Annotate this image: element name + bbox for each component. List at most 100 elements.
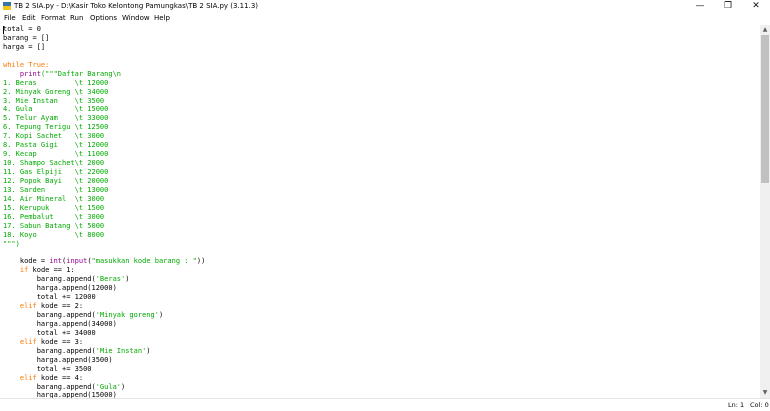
close-button[interactable]: ✕ <box>742 0 770 13</box>
code-line[interactable]: 18. Koyo \t 8000 <box>3 231 205 240</box>
code-token: harga.append(34000) <box>3 319 117 328</box>
status-bar: Ln: 1 Col: 0 <box>0 398 770 411</box>
code-line[interactable]: barang = [] <box>3 34 205 43</box>
code-line[interactable]: total = 0 <box>3 25 205 34</box>
code-token: ("""Daftar Barang\n <box>40 69 122 78</box>
code-line[interactable]: 11. Gas Elpiji \t 22000 <box>3 168 205 177</box>
code-token: 6. Tepung Terigu \t 12500 <box>3 123 109 132</box>
code-token: ) <box>125 275 130 284</box>
code-line[interactable]: 2. Minyak Goreng \t 34000 <box>3 88 205 97</box>
menu-format[interactable]: Format <box>41 14 66 22</box>
title-bar: TB 2 SIA.py - D:\Kasir Toko Kelontong Pa… <box>0 0 770 13</box>
menu-file[interactable]: File <box>4 14 16 22</box>
code-line[interactable]: elif kode == 4: <box>3 374 205 383</box>
code-token: 'Minyak goreng' <box>95 311 159 319</box>
status-column: Col: 0 <box>750 401 769 409</box>
minimize-button[interactable]: — <box>686 0 714 13</box>
scroll-down-icon[interactable]: ▼ <box>760 388 770 398</box>
menu-options[interactable]: Options <box>90 14 117 22</box>
code-token: 8. Pasta Gigi \t 12000 <box>3 141 109 150</box>
code-line[interactable]: barang.append('Beras') <box>3 275 205 284</box>
code-token: 12. Popok Bayi \t 20000 <box>3 176 109 185</box>
code-line[interactable] <box>3 52 205 61</box>
code-token: harga = [] <box>3 42 46 51</box>
code-line[interactable]: total += 34000 <box>3 329 205 338</box>
code-line[interactable]: 12. Popok Bayi \t 20000 <box>3 177 205 186</box>
menu-edit[interactable]: Edit <box>22 14 36 22</box>
code-token: 7. Kopi Sachet \t 3000 <box>3 132 105 141</box>
code-token: barang.append( <box>3 311 96 319</box>
code-token: total = 0 <box>3 25 41 33</box>
code-line[interactable]: barang.append('Mie Instan') <box>3 347 205 356</box>
code-line[interactable]: 16. Pembalut \t 3000 <box>3 213 205 222</box>
code-line[interactable]: harga.append(12000) <box>3 284 205 293</box>
menu-window[interactable]: Window <box>122 14 150 22</box>
code-token: 9. Kecap \t 11000 <box>3 150 109 159</box>
code-line[interactable]: barang.append('Minyak goreng') <box>3 311 205 320</box>
scroll-up-icon[interactable]: ▲ <box>760 25 770 35</box>
code-token: 13. Sarden \t 13000 <box>3 185 109 194</box>
code-line[interactable]: 3. Mie Instan \t 3500 <box>3 97 205 106</box>
code-token: 'Mie Instan' <box>95 346 147 355</box>
code-token: ) <box>121 382 126 391</box>
code-line[interactable]: harga.append(34000) <box>3 320 205 329</box>
code-token: )) <box>196 257 206 266</box>
code-token: barang = [] <box>3 33 50 42</box>
code-token: 10. Shampo Sachet\t 2000 <box>3 159 105 168</box>
menu-bar: File Edit Format Run Options Window Help <box>0 13 770 25</box>
code-token: kode == 3: <box>36 337 84 346</box>
code-line[interactable]: while True: <box>3 61 205 70</box>
code-line[interactable]: total += 3500 <box>3 365 205 374</box>
code-line[interactable]: total += 12000 <box>3 293 205 302</box>
code-token: elif <box>19 302 37 311</box>
code-token: """) <box>3 239 20 248</box>
menu-help[interactable]: Help <box>154 14 170 22</box>
code-line[interactable]: 5. Telur Ayam \t 33000 <box>3 114 205 123</box>
code-token: barang.append( <box>3 346 96 355</box>
code-line[interactable]: 1. Beras \t 12000 <box>3 79 205 88</box>
code-token: input <box>66 257 88 266</box>
code-editor[interactable]: total = 0 barang = [] harga = [] while True… <box>0 25 760 398</box>
vertical-scrollbar[interactable]: ▲ ▼ <box>760 25 770 398</box>
code-line[interactable]: 9. Kecap \t 11000 <box>3 150 205 159</box>
code-line[interactable]: 14. Air Mineral \t 3000 <box>3 195 205 204</box>
code-line[interactable]: kode = int(input("masukkan kode barang :… <box>3 257 205 266</box>
scrollbar-thumb[interactable] <box>761 35 769 183</box>
code-line[interactable]: 7. Kopi Sachet \t 3000 <box>3 132 205 141</box>
code-token: while True: <box>3 60 50 69</box>
code-line[interactable]: elif kode == 3: <box>3 338 205 347</box>
code-line[interactable]: harga.append(3500) <box>3 356 205 365</box>
code-token: barang.append( <box>3 275 96 284</box>
menu-run[interactable]: Run <box>70 14 83 22</box>
status-line: Ln: 1 <box>728 401 745 409</box>
code-token: kode == 1: <box>28 266 75 275</box>
code-token: 17. Sabun Batang \t 5000 <box>3 221 105 230</box>
code-line[interactable]: barang.append('Gula') <box>3 383 205 392</box>
code-text[interactable]: total = 0 barang = [] harga = [] while True… <box>3 25 205 398</box>
text-cursor <box>3 26 4 34</box>
code-line[interactable]: 6. Tepung Terigu \t 12500 <box>3 123 205 132</box>
window-title: TB 2 SIA.py - D:\Kasir Toko Kelontong Pa… <box>14 2 259 10</box>
code-line[interactable]: print("""Daftar Barang\n <box>3 70 205 79</box>
code-line[interactable] <box>3 248 205 257</box>
code-line[interactable]: if kode == 1: <box>3 266 205 275</box>
code-token: elif <box>19 337 37 346</box>
code-line[interactable]: 10. Shampo Sachet\t 2000 <box>3 159 205 168</box>
code-token: 2. Minyak Goreng \t 34000 <box>3 87 109 96</box>
code-line[interactable]: elif kode == 2: <box>3 302 205 311</box>
code-line[interactable]: 8. Pasta Gigi \t 12000 <box>3 141 205 150</box>
code-token: barang.append( <box>3 382 96 391</box>
code-line[interactable]: 17. Sabun Batang \t 5000 <box>3 222 205 231</box>
code-line[interactable]: 4. Gula \t 15000 <box>3 105 205 114</box>
code-token: kode == 4: <box>36 373 84 382</box>
maximize-button[interactable]: ❐ <box>714 0 742 13</box>
code-token: harga.append(12000) <box>3 284 117 293</box>
code-token: total += 12000 <box>3 293 96 302</box>
code-line[interactable]: 15. Kerupuk \t 1500 <box>3 204 205 213</box>
code-line[interactable]: 13. Sarden \t 13000 <box>3 186 205 195</box>
code-line[interactable]: """) <box>3 240 205 249</box>
code-line[interactable]: harga = [] <box>3 43 205 52</box>
